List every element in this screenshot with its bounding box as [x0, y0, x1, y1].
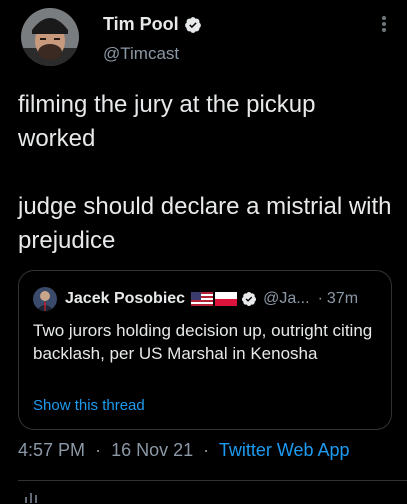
- show-thread-link[interactable]: Show this thread: [33, 397, 145, 414]
- author-name[interactable]: Tim Pool: [103, 14, 179, 35]
- tweet-text: filming the jury at the pickup worked ju…: [18, 88, 398, 258]
- tweet-date[interactable]: 16 Nov 21: [111, 440, 193, 460]
- poland-flag-icon: [215, 292, 238, 306]
- tweet-time[interactable]: 4:57 PM: [18, 440, 85, 460]
- quoted-author-name[interactable]: Jacek Posobiec: [65, 290, 185, 308]
- tweet-analytics-row[interactable]: [24, 490, 48, 504]
- tweet-paragraph: filming the jury at the pickup worked: [18, 91, 316, 152]
- quoted-timestamp[interactable]: 37m: [327, 290, 358, 308]
- quoted-author-handle[interactable]: @Ja...: [263, 290, 309, 308]
- author-name-row: Tim Pool: [103, 14, 202, 35]
- divider: [18, 480, 407, 481]
- profile-photo-icon: [21, 8, 79, 66]
- author-handle[interactable]: @Timcast: [103, 44, 179, 64]
- quoted-separator: ·: [317, 290, 323, 307]
- source-app-link[interactable]: Twitter Web App: [219, 440, 350, 460]
- analytics-icon: [25, 493, 37, 503]
- tweet: Tim Pool @Timcast filming the jury at th…: [0, 0, 407, 503]
- meta-separator: ·: [95, 440, 102, 460]
- author-avatar[interactable]: [21, 8, 79, 66]
- tweet-metadata: 4:57 PM · 16 Nov 21 · Twitter Web App: [18, 440, 350, 461]
- tweet-paragraph: judge should declare a mistrial with pre…: [18, 193, 392, 254]
- us-flag-icon: [191, 292, 214, 306]
- quoted-tweet-text: Two jurors holding decision up, outright…: [33, 321, 373, 363]
- quoted-verified-badge-icon: [241, 291, 257, 307]
- verified-badge-icon: [184, 16, 202, 34]
- quoted-tweet[interactable]: Jacek Posobiec @Ja... · 37m Two jurors h…: [18, 270, 392, 430]
- quoted-tweet-header: Jacek Posobiec @Ja... · 37m: [33, 287, 358, 311]
- more-vertical-icon[interactable]: [381, 14, 387, 34]
- quoted-profile-photo-icon: [33, 287, 57, 311]
- quoted-author-avatar[interactable]: [33, 287, 57, 311]
- meta-separator: ·: [203, 440, 210, 460]
